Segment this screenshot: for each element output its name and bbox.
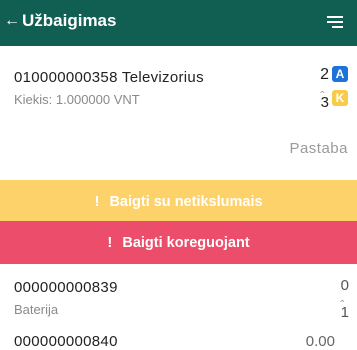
finish-with-errors-button[interactable]: ! Baigti su netikslumais [0,180,357,223]
item-code: 000000000839 [14,279,118,296]
page-title: Užbaigimas [22,11,117,30]
item-amount: 0.00 [305,333,335,350]
item-quantity: Kiekis: 1.000000 VNT [14,92,140,107]
count-top: 0 [340,277,349,294]
list-item[interactable]: 000000000840 0.00 [14,333,349,350]
count-bottom: 3 [320,94,329,111]
back-arrow-icon: ← [4,12,20,29]
item-counts: 0 ‹ 1 [321,275,351,325]
menu-line [327,16,343,18]
back-button[interactable]: ← Užbaigimas [4,11,116,31]
finish-correcting-label: Baigti koreguojant [122,234,250,251]
badge-k: K [332,90,348,106]
item-counts: 2 ‹ 3 A K [309,64,351,114]
item-code: 000000000840 [14,333,118,350]
menu-line [327,21,343,23]
list-item[interactable]: 010000000358 Televizorius Kiekis: 1.0000… [14,69,349,107]
item-code-name: 010000000358 Televizorius [14,69,204,86]
badge-a: A [332,66,348,82]
exclamation-icon: ! [107,234,113,251]
menu-line [332,26,343,28]
finish-with-errors-label: Baigti su netikslumais [109,193,263,210]
top-bar: ← Užbaigimas [0,0,357,46]
note-link[interactable]: Pastaba [289,140,348,157]
count-bottom: 1 [340,304,349,321]
count-top: 2 [320,66,329,83]
menu-icon[interactable] [327,16,343,29]
finish-correcting-button[interactable]: ! Baigti koreguojant [0,221,357,264]
list-item[interactable]: 000000000839 Baterija [14,279,349,317]
exclamation-icon: ! [94,193,100,210]
item-name: Baterija [14,302,59,317]
